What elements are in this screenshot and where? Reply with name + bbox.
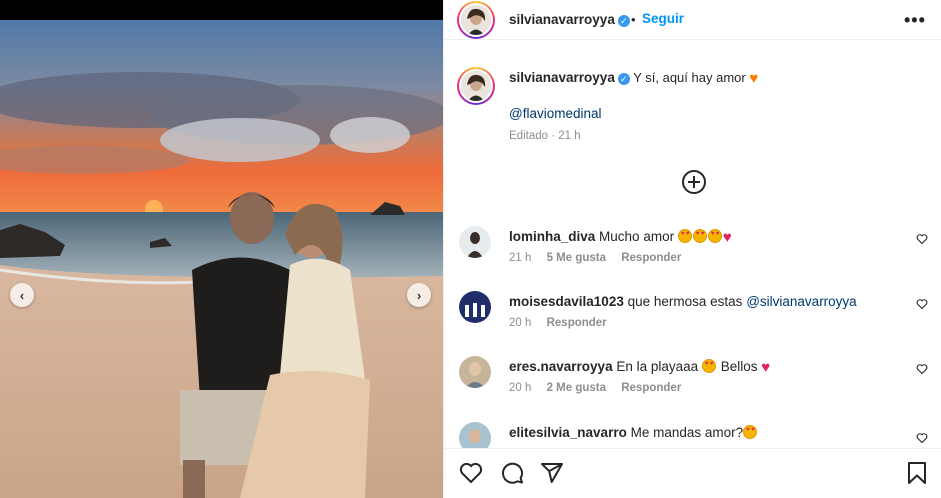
- comment-time: 21 h: [509, 252, 532, 264]
- comment-item: elitesilvia_navarro Me mandas amor?: [444, 422, 941, 448]
- verified-badge-icon: ✓: [617, 72, 630, 85]
- comment-meta: 21 h 5 Me gusta Responder: [509, 252, 693, 264]
- red-heart-icon: ♥: [761, 359, 771, 376]
- author-avatar[interactable]: [457, 1, 495, 39]
- post-photo[interactable]: [0, 20, 443, 498]
- comment-time: 20 h: [509, 382, 532, 394]
- reply-button[interactable]: Responder: [621, 252, 681, 264]
- commenter-avatar[interactable]: [459, 422, 491, 448]
- comment-time: 20 h: [509, 317, 532, 329]
- previous-photo-button[interactable]: ‹: [10, 283, 34, 307]
- comment-text-line: lominha_diva Mucho amor ♥: [509, 229, 732, 246]
- save-bookmark-icon[interactable]: [906, 461, 928, 485]
- edited-timestamp: Editado · 21 h: [509, 130, 581, 142]
- verified-badge-icon: ✓: [617, 14, 630, 27]
- post-header: silvianavarroyya ✓ • Seguir •••: [444, 0, 941, 40]
- sunset-beach-photo: [0, 20, 443, 498]
- post-action-bar: [444, 448, 941, 498]
- load-more-comments-icon[interactable]: [682, 170, 706, 194]
- comment-bubble-icon[interactable]: [500, 461, 524, 485]
- commenter-avatar[interactable]: [459, 356, 491, 388]
- comment-meta: 20 h 2 Me gusta Responder: [509, 382, 693, 394]
- next-photo-button[interactable]: ›: [407, 283, 431, 307]
- reply-button[interactable]: Responder: [547, 317, 607, 329]
- comment-item: moisesdavila1023 que hermosa estas @silv…: [444, 291, 941, 351]
- like-comment-heart-icon[interactable]: [916, 363, 928, 375]
- reply-button[interactable]: Responder: [621, 382, 681, 394]
- like-comment-heart-icon[interactable]: [916, 432, 928, 444]
- share-send-icon[interactable]: [540, 461, 564, 485]
- post-side-panel: silvianavarroyya ✓ • Seguir ••• silvianav…: [443, 0, 941, 498]
- comment-text: Me mandas amor?: [630, 425, 744, 440]
- more-options-icon[interactable]: •••: [904, 10, 926, 31]
- caption-text: Y sí, aquí hay amor: [633, 70, 746, 85]
- chevron-right-icon: ›: [416, 287, 422, 303]
- commenter-username[interactable]: moisesdavila1023: [509, 294, 624, 309]
- comment-text-line: moisesdavila1023 que hermosa estas @silv…: [509, 294, 857, 309]
- chevron-left-icon: ‹: [19, 287, 25, 303]
- header-username[interactable]: silvianavarroyya: [509, 12, 615, 27]
- comment-mention-link[interactable]: @silvianavarroyya: [746, 294, 857, 309]
- comment-text-line: eres.navarroyya En la playaaa Bellos ♥: [509, 359, 770, 376]
- separator-dot: •: [631, 12, 636, 27]
- comment-meta: 20 h Responder: [509, 317, 619, 329]
- follow-button[interactable]: Seguir: [642, 11, 684, 26]
- caption-username[interactable]: silvianavarroyya: [509, 70, 615, 85]
- comment-likes-count[interactable]: 2 Me gusta: [547, 382, 606, 394]
- commenter-avatar[interactable]: [459, 291, 491, 323]
- heart-eyes-emoji-icon: [701, 359, 716, 373]
- heart-eyes-emoji-icon: [677, 229, 692, 243]
- like-comment-heart-icon[interactable]: [916, 233, 928, 245]
- comment-item: lominha_diva Mucho amor ♥ 21 h 5 Me gust…: [444, 226, 941, 286]
- comment-text: Mucho amor: [599, 229, 675, 244]
- caption-text-line: silvianavarroyya ✓ Y sí, aquí hay amor ♥: [509, 70, 758, 87]
- red-heart-icon: ♥: [722, 229, 732, 246]
- caption-avatar[interactable]: [457, 67, 495, 105]
- commenter-username[interactable]: eres.navarroyya: [509, 359, 613, 374]
- like-heart-icon[interactable]: [459, 461, 483, 485]
- commenter-avatar[interactable]: [459, 226, 491, 258]
- photo-top-bar: [0, 0, 443, 20]
- comment-text: En la playaaa: [616, 359, 699, 374]
- heart-eyes-emoji-icon: [707, 229, 722, 243]
- commenter-username[interactable]: elitesilvia_navarro: [509, 425, 627, 440]
- comment-text: que hermosa estas: [627, 294, 743, 309]
- like-comment-heart-icon[interactable]: [916, 298, 928, 310]
- comment-text-line: elitesilvia_navarro Me mandas amor?: [509, 425, 758, 440]
- orange-heart-icon: ♥: [749, 70, 759, 87]
- header-username-block: silvianavarroyya ✓: [509, 12, 630, 27]
- comment-text-after: Bellos: [720, 359, 758, 374]
- comment-item: eres.navarroyya En la playaaa Bellos ♥ 2…: [444, 356, 941, 416]
- caption-mention-link[interactable]: @flaviomedinal: [509, 106, 602, 121]
- heart-eyes-emoji-icon: [743, 425, 758, 439]
- commenter-username[interactable]: lominha_diva: [509, 229, 595, 244]
- comment-likes-count[interactable]: 5 Me gusta: [547, 252, 606, 264]
- heart-eyes-emoji-icon: [692, 229, 707, 243]
